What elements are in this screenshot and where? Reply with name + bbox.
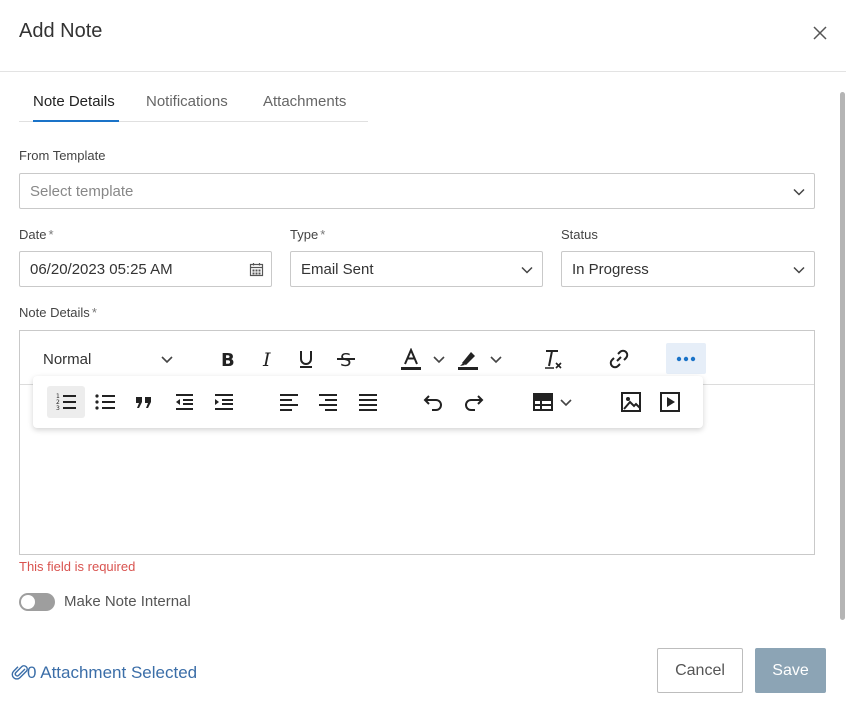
internal-toggle-label: Make Note Internal	[64, 593, 191, 610]
save-button[interactable]: Save	[755, 648, 826, 693]
tab-note-details[interactable]: Note Details	[33, 93, 115, 110]
tab-attachments[interactable]: Attachments	[263, 93, 346, 110]
italic-icon[interactable]: I	[256, 348, 278, 371]
required-error: This field is required	[19, 559, 136, 574]
type-value: Email Sent	[301, 261, 374, 278]
align-justify-icon[interactable]	[357, 391, 379, 413]
chevron-down-icon[interactable]	[485, 348, 507, 370]
link-icon[interactable]	[608, 348, 630, 370]
status-label: Status	[561, 227, 598, 242]
dialog-header: Add Note	[0, 0, 846, 72]
close-icon[interactable]	[810, 23, 830, 43]
blockquote-icon[interactable]	[133, 391, 155, 413]
note-details-label: Note Details *	[19, 305, 97, 320]
more-icon	[675, 348, 697, 370]
align-left-icon[interactable]	[278, 391, 300, 413]
chevron-down-icon	[792, 185, 806, 199]
template-label: From Template	[19, 148, 106, 163]
highlight-icon[interactable]	[457, 348, 479, 370]
attachment-count: 0 Attachment Selected	[27, 663, 198, 682]
date-value: 06/20/2023 05:25 AM	[30, 261, 173, 278]
type-select[interactable]: Email Sent	[290, 251, 543, 287]
toggle-knob	[21, 595, 35, 609]
template-select[interactable]: Select template	[19, 173, 815, 209]
cancel-button[interactable]: Cancel	[657, 648, 743, 693]
svg-text:B: B	[221, 350, 235, 370]
ordered-list-icon[interactable]: 123	[55, 391, 77, 413]
type-label: Type *	[290, 227, 325, 242]
more-toolbar-popup: 123	[33, 376, 703, 428]
calendar-icon[interactable]	[249, 262, 264, 277]
video-icon[interactable]	[659, 391, 681, 413]
template-placeholder: Select template	[30, 183, 134, 200]
scrollbar[interactable]	[840, 92, 845, 620]
svg-text:3: 3	[56, 405, 60, 412]
font-color-icon[interactable]	[400, 347, 422, 370]
image-icon[interactable]	[620, 391, 642, 413]
required-marker: *	[48, 227, 54, 242]
active-tab-indicator	[33, 120, 119, 122]
type-label-text: Type	[290, 227, 319, 242]
bullet-list-icon[interactable]	[94, 391, 116, 413]
status-value: In Progress	[572, 261, 649, 278]
align-right-icon[interactable]	[317, 391, 339, 413]
chevron-down-icon	[792, 263, 806, 277]
chevron-down-icon[interactable]	[555, 391, 577, 413]
underline-icon[interactable]	[295, 348, 317, 370]
date-label-text: Date	[19, 227, 47, 242]
chevron-down-icon[interactable]	[156, 348, 178, 370]
note-details-label-text: Note Details	[19, 305, 90, 320]
redo-icon[interactable]	[463, 391, 485, 413]
status-select[interactable]: In Progress	[561, 251, 815, 287]
date-field[interactable]: 06/20/2023 05:25 AM	[19, 251, 272, 287]
chevron-down-icon[interactable]	[428, 348, 450, 370]
rich-text-editor[interactable]: Normal B I S	[19, 330, 815, 555]
required-marker: *	[91, 305, 97, 320]
bold-icon[interactable]: B	[216, 348, 238, 371]
tab-bar: Note Details Notifications Attachments	[19, 82, 368, 122]
indent-icon[interactable]	[213, 391, 235, 413]
chevron-down-icon	[520, 263, 534, 277]
required-marker: *	[320, 227, 326, 242]
more-button[interactable]	[666, 343, 706, 374]
format-select[interactable]: Normal	[43, 351, 91, 368]
tab-notifications[interactable]: Notifications	[146, 93, 228, 110]
outdent-icon[interactable]	[173, 391, 195, 413]
table-icon[interactable]	[532, 391, 554, 413]
clear-format-icon[interactable]	[542, 348, 564, 370]
date-label: Date *	[19, 227, 54, 242]
internal-toggle[interactable]	[19, 593, 55, 611]
undo-icon[interactable]	[422, 391, 444, 413]
strikethrough-icon[interactable]: S	[335, 348, 357, 371]
svg-text:I: I	[262, 349, 271, 370]
dialog-title: Add Note	[19, 20, 103, 42]
